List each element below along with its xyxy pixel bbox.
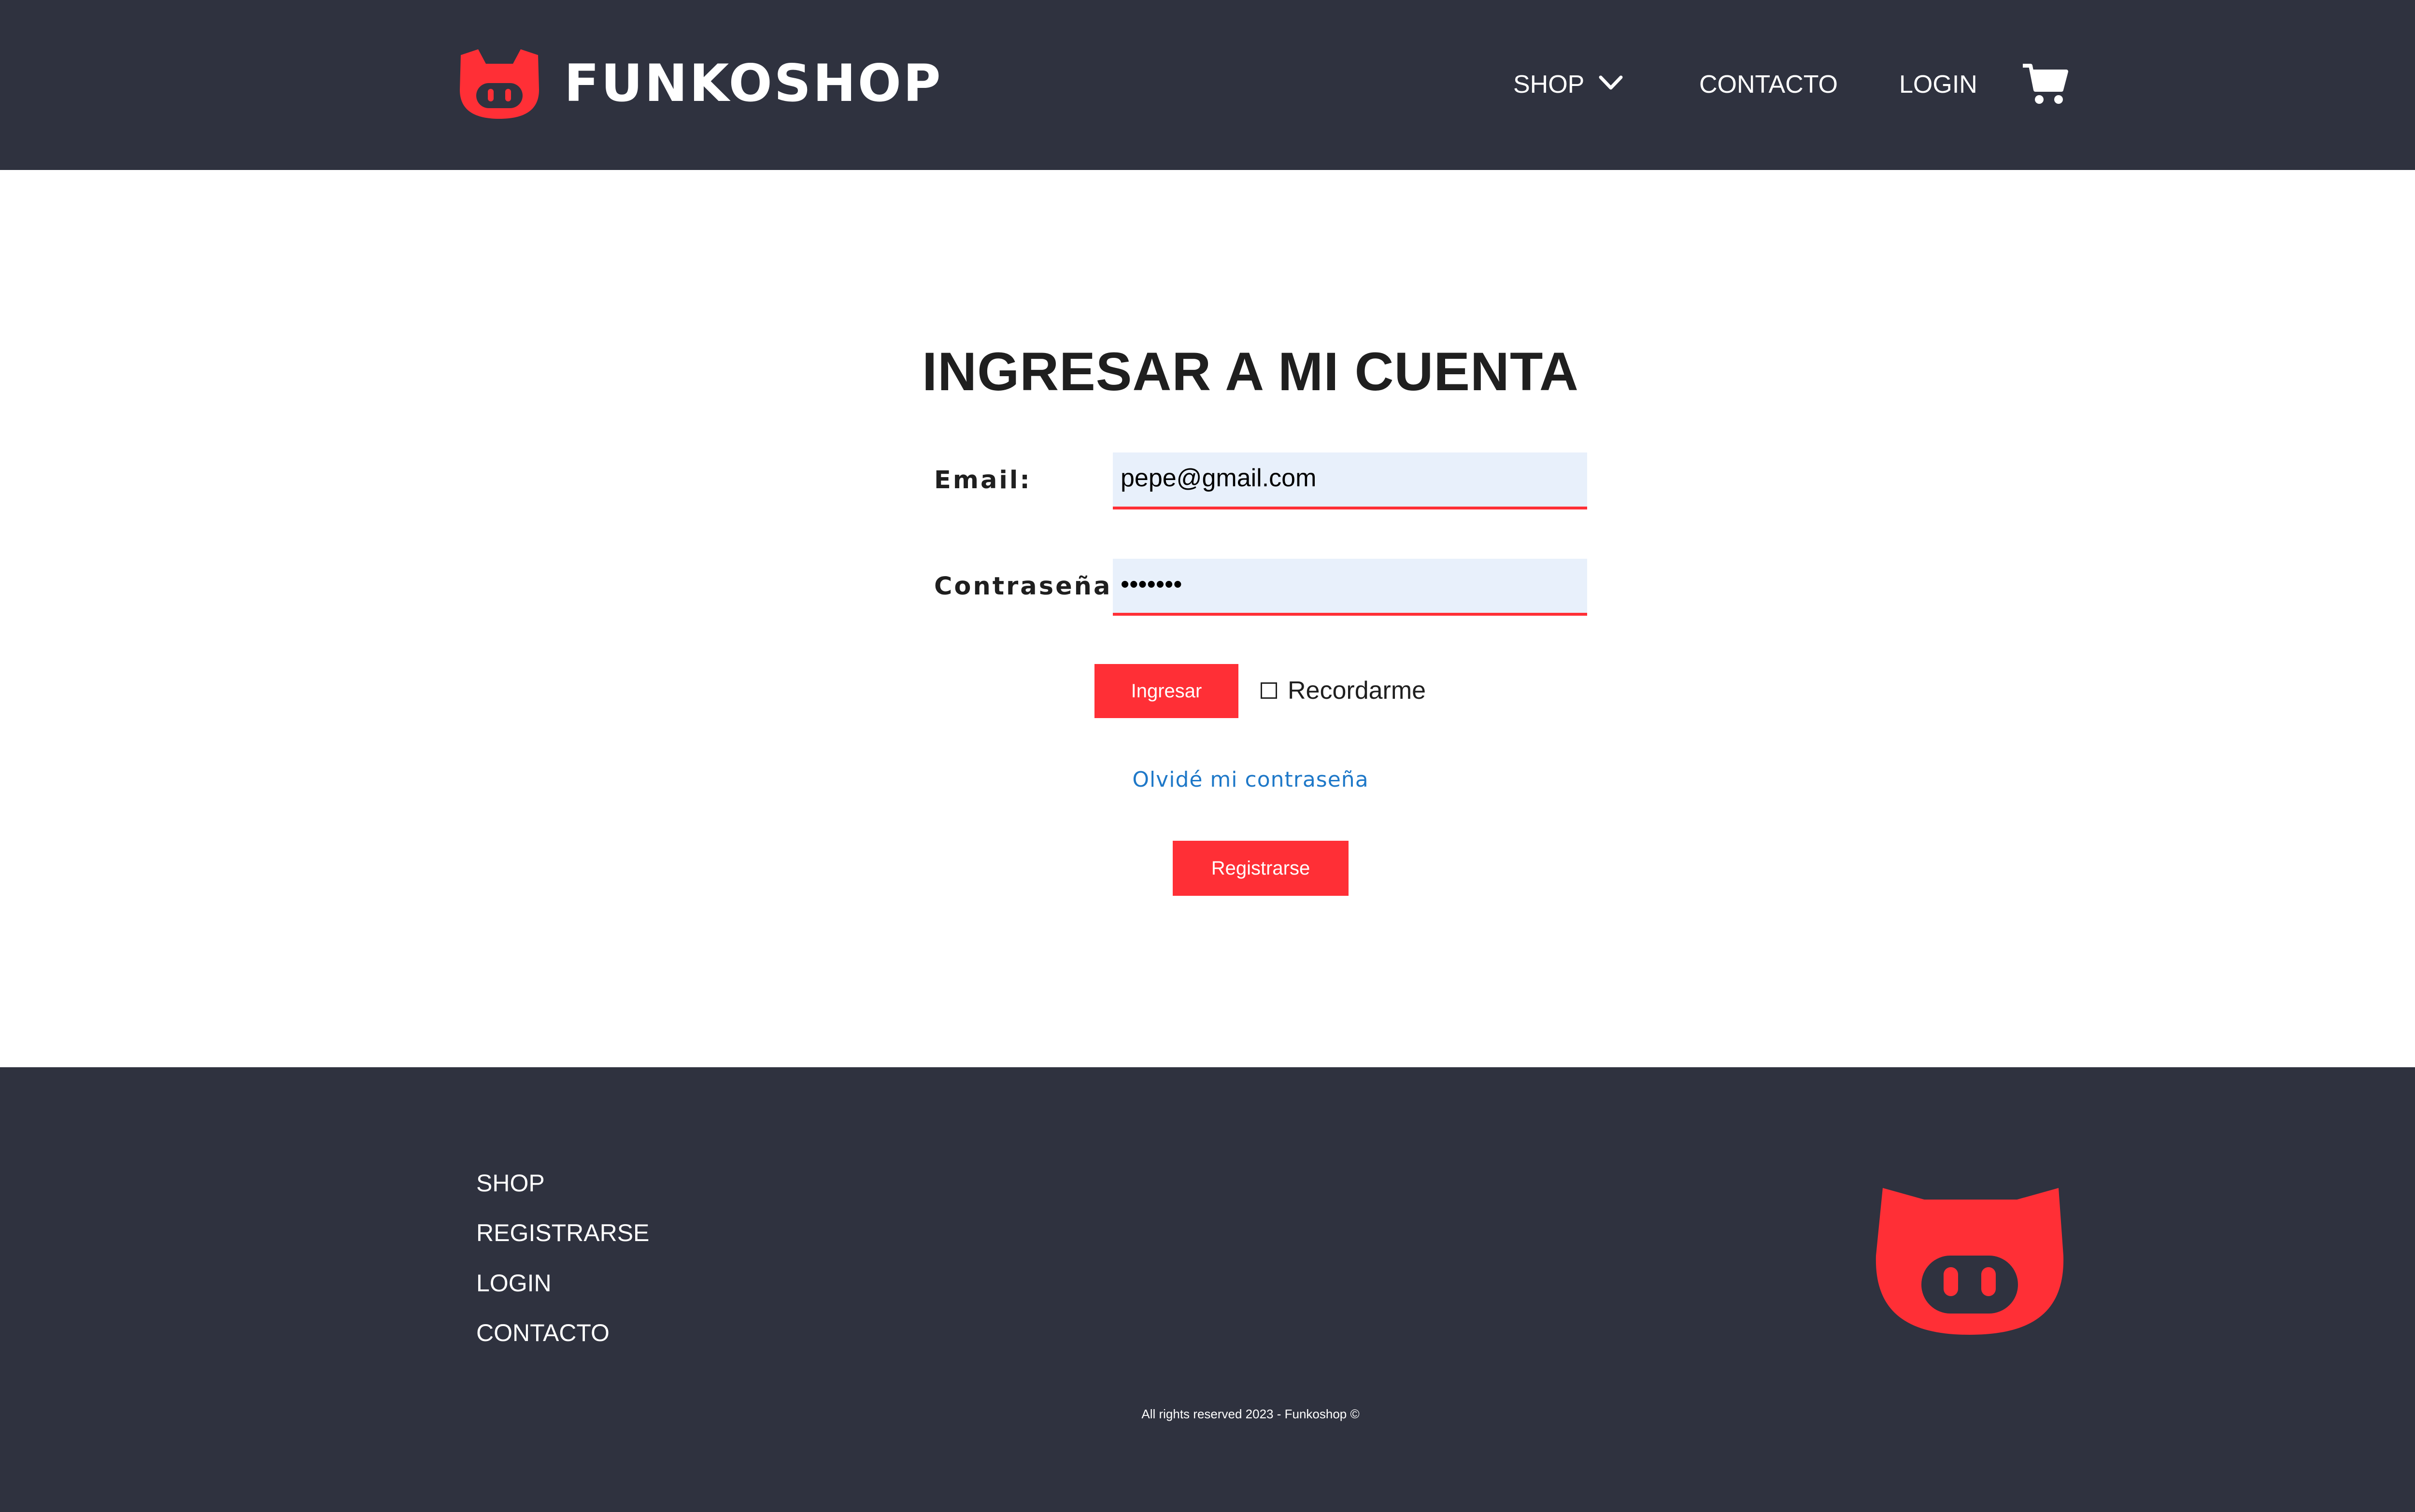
page-title: INGRESAR A MI CUENTA	[922, 341, 1579, 402]
copyright-text: All rights reserved 2023 - Funkoshop ©	[1141, 1407, 1360, 1421]
password-field[interactable]: •••••••	[1113, 559, 1587, 616]
forgot-password-row: Olvidé mi contraseña	[0, 763, 2415, 797]
remember-label[interactable]: Recordarme	[1288, 674, 1426, 707]
register-button[interactable]: Registrarse	[1173, 841, 1349, 896]
login-submit-button[interactable]: Ingresar	[1094, 664, 1238, 718]
footer-link-login[interactable]: LOGIN	[476, 1266, 552, 1300]
brand-name[interactable]: FUNKOSHOP	[564, 52, 943, 115]
footer-link-registrarse[interactable]: REGISTRARSE	[476, 1216, 649, 1250]
shopping-cart-icon[interactable]	[2022, 63, 2068, 106]
chevron-down-icon[interactable]	[1598, 73, 1624, 93]
nav-contacto-link[interactable]: CONTACTO	[1699, 65, 1838, 104]
nav-shop-link[interactable]: SHOP	[1513, 65, 1584, 104]
remember-checkbox[interactable]	[1261, 682, 1277, 699]
footer-link-contacto[interactable]: CONTACTO	[476, 1316, 610, 1350]
footer-link-shop[interactable]: SHOP	[476, 1166, 545, 1200]
nav-login-link[interactable]: LOGIN	[1899, 65, 1977, 104]
email-field[interactable]: pepe@gmail.com	[1113, 452, 1587, 509]
funko-logo-icon[interactable]	[456, 46, 543, 120]
funko-logo-icon	[1875, 1188, 2064, 1335]
forgot-password-link[interactable]: Olvidé mi contraseña	[1132, 767, 1368, 792]
password-label: Contraseña:	[934, 572, 1124, 601]
email-label: Email:	[934, 466, 1032, 495]
